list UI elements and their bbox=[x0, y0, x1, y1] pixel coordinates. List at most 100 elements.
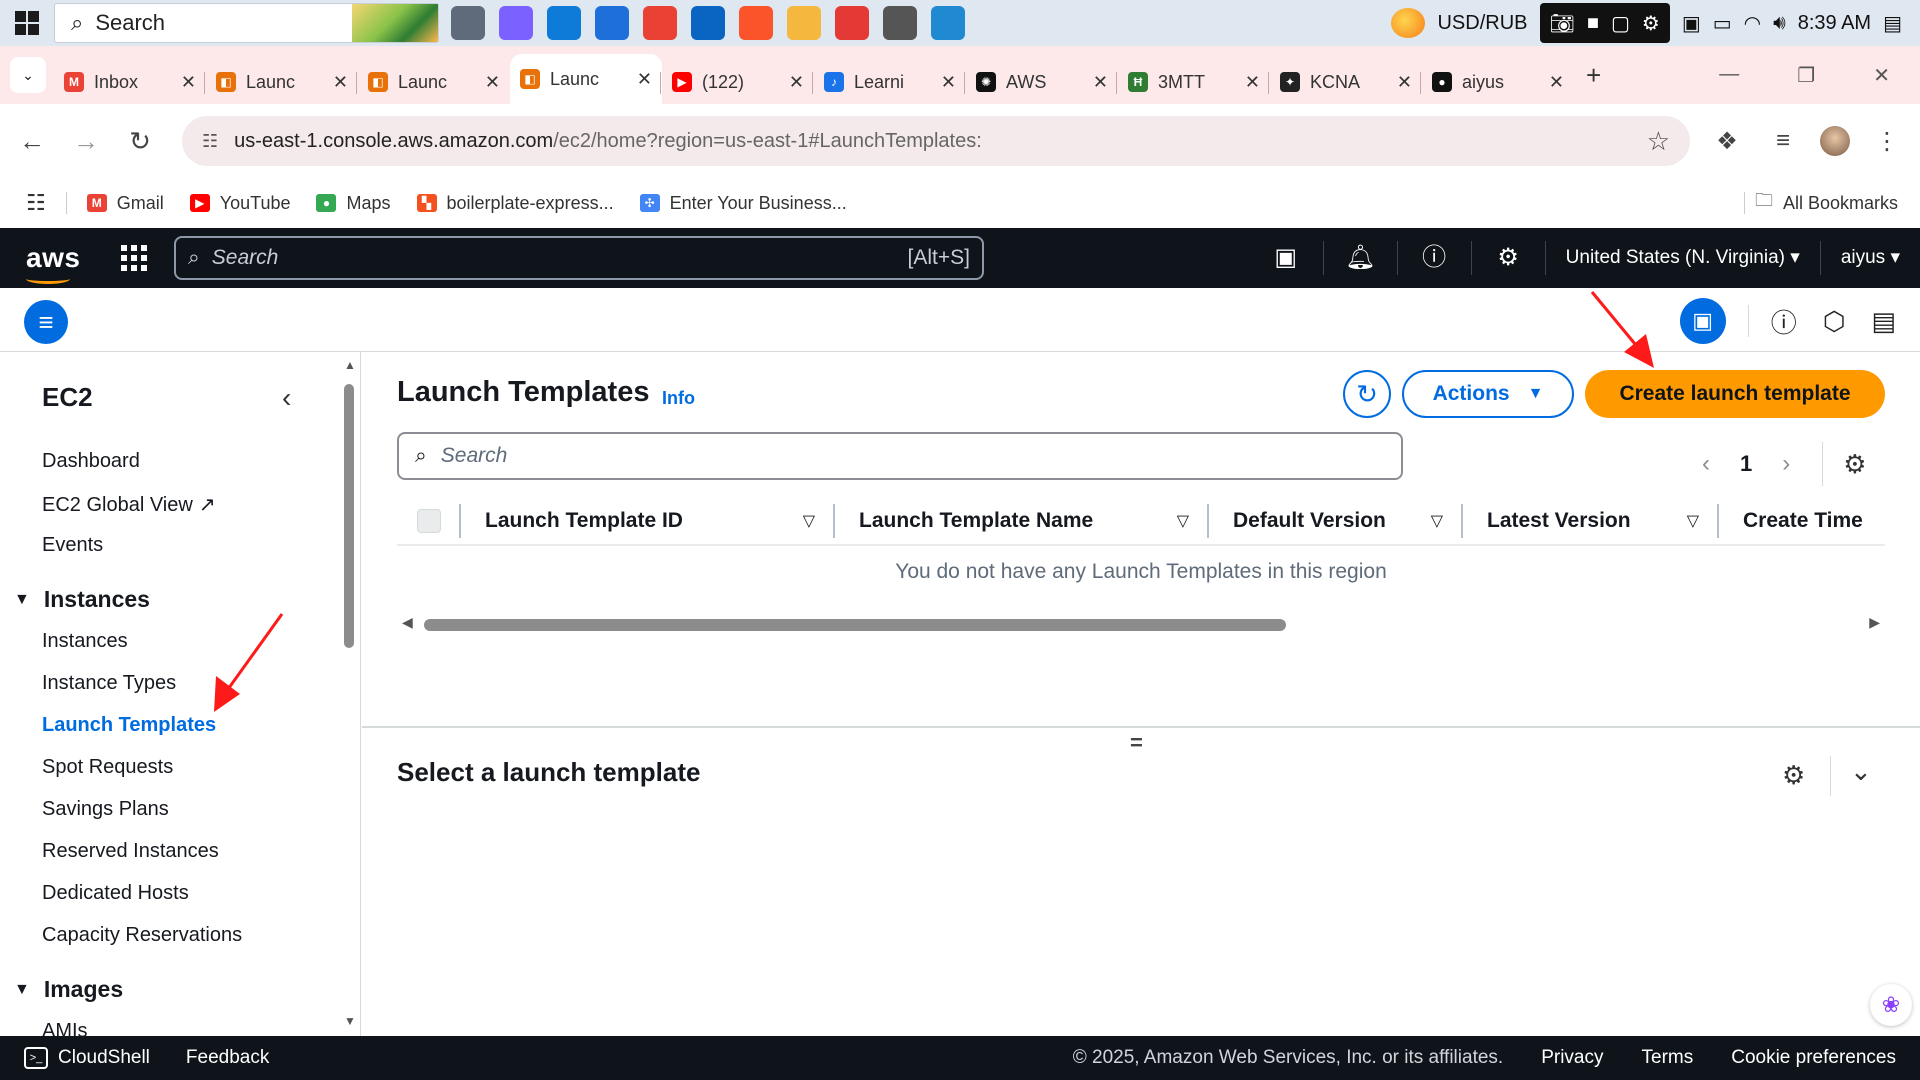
cloudshell-button[interactable]: >_ CloudShell bbox=[0, 1047, 150, 1069]
scroll-up-icon[interactable]: ▲ bbox=[344, 358, 356, 372]
media-control-icon[interactable]: ≡ bbox=[1764, 127, 1802, 155]
chrome-icon[interactable] bbox=[643, 6, 677, 40]
volume-icon[interactable]: 🔊︎ bbox=[1773, 12, 1786, 35]
bell-icon[interactable]: 🔔︎ bbox=[1322, 241, 1397, 275]
restore-icon[interactable]: ❐ bbox=[1797, 63, 1815, 88]
column-header[interactable]: Default Version ▽ bbox=[1207, 504, 1461, 538]
select-all-checkbox[interactable] bbox=[417, 509, 441, 533]
gear-icon[interactable]: ⚙ bbox=[1470, 241, 1545, 275]
all-bookmarks[interactable]: 🗀︎ All Bookmarks bbox=[1743, 188, 1920, 218]
next-page-chevron-icon[interactable]: › bbox=[1782, 450, 1790, 478]
table-preferences-gear-icon[interactable]: ⚙ bbox=[1843, 449, 1866, 480]
account-menu[interactable]: aiyus ▾ bbox=[1819, 241, 1920, 275]
capture-toolbar[interactable]: 📷︎ ■ ▢ ⚙ bbox=[1539, 3, 1670, 43]
sidebar-item[interactable]: Savings Plans bbox=[42, 798, 169, 821]
table-horizontal-scrollbar[interactable]: ◀ ▶ bbox=[402, 614, 1880, 632]
browser-tab[interactable]: ◧ Launc ✕ bbox=[356, 60, 510, 104]
battery-icon[interactable]: ▭ bbox=[1713, 11, 1732, 36]
minimize-icon[interactable]: — bbox=[1719, 63, 1739, 88]
close-tab-icon[interactable]: ✕ bbox=[637, 69, 652, 90]
bookmark-item[interactable]: ▚ boilerplate-express... bbox=[416, 193, 614, 214]
sidebar-item[interactable]: Instance Types bbox=[42, 672, 176, 695]
sidebar-section-toggle[interactable]: ▼ Images bbox=[14, 976, 123, 1003]
prev-page-chevron-icon[interactable]: ‹ bbox=[1702, 450, 1710, 478]
sidebar-item[interactable]: Launch Templates bbox=[42, 714, 216, 737]
new-tab-plus-icon[interactable]: + bbox=[1586, 60, 1601, 91]
current-page[interactable]: 1 bbox=[1740, 451, 1752, 477]
sidebar-item[interactable]: Spot Requests bbox=[42, 756, 173, 779]
browser-tab[interactable]: Ħ 3MTT ✕ bbox=[1116, 60, 1270, 104]
sidebar-scroll-thumb[interactable] bbox=[344, 384, 354, 648]
bookmark-item[interactable]: ▶ YouTube bbox=[189, 193, 290, 214]
kebab-menu-icon[interactable]: ⋮ bbox=[1868, 127, 1906, 156]
hexagon-icon[interactable]: ⬡ bbox=[1823, 306, 1846, 337]
back-arrow-icon[interactable]: ← bbox=[14, 126, 50, 157]
sidebar-item[interactable]: Reserved Instances bbox=[42, 840, 219, 863]
sort-caret-icon[interactable]: ▽ bbox=[803, 511, 815, 531]
windows-start-icon[interactable] bbox=[0, 0, 54, 46]
outlook-icon[interactable] bbox=[691, 6, 725, 40]
close-tab-icon[interactable]: ✕ bbox=[941, 72, 956, 93]
close-tab-icon[interactable]: ✕ bbox=[1245, 72, 1260, 93]
side-nav-toggle-hamburger-icon[interactable]: ≡ bbox=[24, 300, 68, 344]
privacy-link[interactable]: Privacy bbox=[1541, 1047, 1603, 1069]
info-link[interactable]: Info bbox=[662, 388, 695, 409]
extensions-puzzle-icon[interactable]: ❖ bbox=[1708, 127, 1746, 156]
bookmark-item[interactable]: ● Maps bbox=[316, 193, 391, 214]
actions-dropdown-button[interactable]: Actions ▼ bbox=[1402, 370, 1574, 418]
reload-icon[interactable]: ↻ bbox=[122, 126, 158, 157]
settings-icon[interactable] bbox=[883, 6, 917, 40]
edge-icon[interactable] bbox=[547, 6, 581, 40]
sidebar-scrollbar[interactable]: ▲ ▼ bbox=[342, 358, 356, 1028]
close-tab-icon[interactable]: ✕ bbox=[181, 72, 196, 93]
clock[interactable]: 8:39 AM bbox=[1798, 12, 1871, 35]
close-tab-icon[interactable]: ✕ bbox=[789, 72, 804, 93]
video-icon[interactable]: ■ bbox=[1587, 12, 1599, 35]
aws-search-input[interactable]: ⌕ Search [Alt+S] bbox=[174, 236, 984, 280]
table-scroll-thumb[interactable] bbox=[424, 619, 1286, 631]
help-icon[interactable]: ⓘ bbox=[1396, 241, 1471, 275]
cookie-preferences-link[interactable]: Cookie preferences bbox=[1731, 1047, 1896, 1069]
file-explorer-icon[interactable] bbox=[787, 6, 821, 40]
create-launch-template-button[interactable]: Create launch template bbox=[1585, 370, 1885, 418]
feedback-link[interactable]: Feedback bbox=[186, 1047, 269, 1069]
terms-link[interactable]: Terms bbox=[1642, 1047, 1694, 1069]
sidebar-item[interactable]: AMIs bbox=[42, 1020, 88, 1036]
sidebar-item[interactable]: Dashboard bbox=[42, 450, 140, 473]
bookmark-item[interactable]: ✣ Enter Your Business... bbox=[639, 193, 847, 214]
wps-icon[interactable] bbox=[835, 6, 869, 40]
assistant-brain-icon[interactable]: ❀ bbox=[1870, 984, 1912, 1026]
url-text[interactable]: us-east-1.console.aws.amazon.com/ec2/hom… bbox=[234, 130, 1631, 153]
tab-search-chevron-icon[interactable]: ⌄ bbox=[10, 57, 46, 93]
forward-arrow-icon[interactable]: → bbox=[68, 126, 104, 157]
aws-logo[interactable]: aws bbox=[0, 242, 100, 284]
vscode-icon[interactable] bbox=[931, 6, 965, 40]
notification-icon[interactable]: ▤ bbox=[1883, 11, 1902, 36]
sidebar-item[interactable]: Capacity Reservations bbox=[42, 924, 242, 947]
bookmark-item[interactable]: M Gmail bbox=[86, 193, 164, 214]
close-tab-icon[interactable]: ✕ bbox=[1093, 72, 1108, 93]
browser-tab[interactable]: ▶ (122) ✕ bbox=[660, 60, 814, 104]
sidebar-item[interactable]: Events bbox=[42, 534, 103, 557]
column-header[interactable]: Latest Version ▽ bbox=[1461, 504, 1717, 538]
split-panel-collapse-chevron-icon[interactable]: ⌄ bbox=[1850, 756, 1872, 787]
split-panel-drag-handle[interactable]: = bbox=[1130, 730, 1143, 756]
browser-tab[interactable]: ● aiyus ✕ bbox=[1420, 60, 1574, 104]
close-tab-icon[interactable]: ✕ bbox=[1397, 72, 1412, 93]
scroll-left-icon[interactable]: ◀ bbox=[402, 614, 413, 631]
refresh-button[interactable]: ↻ bbox=[1343, 370, 1391, 418]
close-tab-icon[interactable]: ✕ bbox=[1549, 72, 1564, 93]
sort-caret-icon[interactable]: ▽ bbox=[1687, 511, 1699, 531]
brave-icon[interactable] bbox=[739, 6, 773, 40]
sidebar-item[interactable]: EC2 Global View ↗ bbox=[42, 492, 216, 517]
store-icon[interactable] bbox=[595, 6, 629, 40]
currency-widget-label[interactable]: USD/RUB bbox=[1437, 12, 1527, 35]
browser-tab[interactable]: M Inbox ✕ bbox=[54, 60, 206, 104]
screen-icon[interactable]: ▣ bbox=[1682, 11, 1701, 36]
currency-widget-icon[interactable] bbox=[1391, 8, 1426, 38]
taskbar-search[interactable]: ⌕ Search bbox=[54, 3, 439, 43]
browser-tab[interactable]: ◧ Launc ✕ bbox=[204, 60, 358, 104]
camera-icon[interactable]: 📷︎ bbox=[1550, 11, 1575, 36]
address-bar[interactable]: ☷ us-east-1.console.aws.amazon.com/ec2/h… bbox=[182, 116, 1690, 166]
bookmark-star-icon[interactable]: ☆ bbox=[1647, 126, 1670, 157]
